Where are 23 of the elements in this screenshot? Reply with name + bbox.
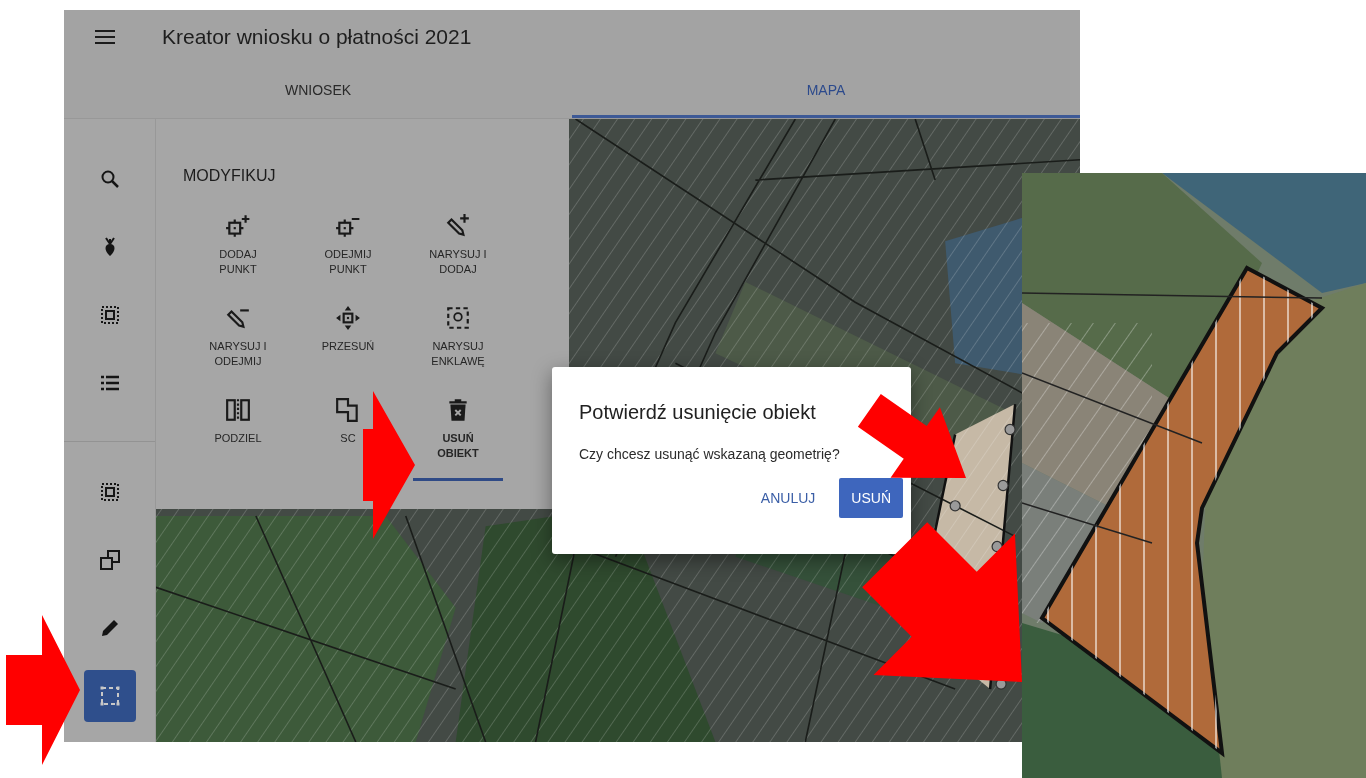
move-arrows-icon xyxy=(335,305,361,331)
merge-shapes-icon xyxy=(335,397,361,423)
dialog-message: Czy chcesz usunąć wskazaną geometrię? xyxy=(579,446,841,462)
dialog-title: Potwierdź usunięcie obiekt xyxy=(579,401,817,424)
tool-button[interactable]: SC xyxy=(335,397,361,475)
panel-title: MODYFIKUJ xyxy=(183,167,276,185)
app-title: Kreator wniosku o płatności 2021 xyxy=(162,25,472,49)
crosshair-plus-icon xyxy=(225,213,251,239)
tool-button[interactable]: DODAJ PUNKT xyxy=(205,213,271,291)
tool-button[interactable]: NARYSUJ I ODEJMIJ xyxy=(205,305,271,383)
tool-button[interactable]: PRZESUŃ xyxy=(321,305,375,383)
rail-button[interactable] xyxy=(83,670,136,722)
tab[interactable]: WNIOSEK xyxy=(64,64,572,118)
overlapping-squares-icon xyxy=(97,548,122,572)
tool-button[interactable]: NARYSUJ I DODAJ xyxy=(425,213,491,291)
pencil-plus-icon xyxy=(445,213,471,239)
tool-button[interactable]: USUŃ OBIEKT xyxy=(413,397,503,481)
delete-button[interactable]: USUŃ xyxy=(839,478,903,518)
cancel-button[interactable]: ANULUJ xyxy=(748,478,828,518)
tool-button[interactable]: ODEJMIJ PUNKT xyxy=(315,213,381,291)
split-icon xyxy=(225,397,251,423)
tool-button[interactable]: NARYSUJ ENKLAWĘ xyxy=(425,305,491,383)
tool-button[interactable]: PODZIEL xyxy=(214,397,262,475)
